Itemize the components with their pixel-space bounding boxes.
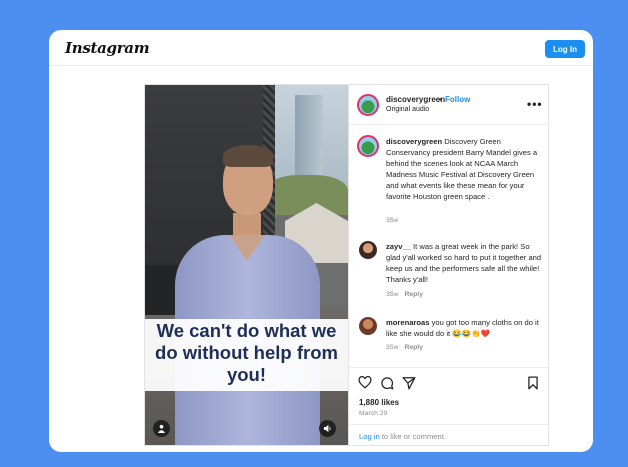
login-prompt: Log in to like or comment. bbox=[349, 424, 549, 446]
comment-item: morenaroas you got too many cloths on do… bbox=[386, 317, 546, 339]
post-header: discoverygreen • Follow Original audio •… bbox=[349, 85, 549, 125]
sound-icon[interactable] bbox=[319, 420, 336, 437]
commenter-avatar[interactable] bbox=[359, 241, 377, 259]
comment-icon[interactable] bbox=[380, 376, 394, 393]
commenter-avatar[interactable] bbox=[359, 317, 377, 335]
post-container: We can't do what we do without help from… bbox=[144, 84, 549, 446]
audio-label[interactable]: Original audio bbox=[386, 106, 429, 113]
follow-button[interactable]: Follow bbox=[445, 95, 470, 104]
comment-username[interactable]: zayv__ bbox=[386, 242, 411, 251]
caption-timestamp: 35w bbox=[386, 217, 399, 224]
post-caption: discoverygreen Discovery Green Conservan… bbox=[386, 136, 542, 202]
bookmark-icon[interactable] bbox=[527, 376, 539, 393]
video-caption-text: We can't do what we do without help from… bbox=[155, 320, 338, 385]
instagram-logo[interactable]: Instagram bbox=[65, 39, 150, 57]
author-avatar[interactable] bbox=[357, 94, 379, 116]
post-video[interactable]: We can't do what we do without help from… bbox=[145, 85, 348, 445]
separator-dot: • bbox=[439, 95, 442, 104]
reply-button[interactable]: Reply bbox=[404, 291, 423, 298]
caption-text: Discovery Green Conservancy president Ba… bbox=[386, 137, 538, 201]
user-tag-icon[interactable] bbox=[153, 420, 170, 437]
post-actions: 1,880 likes March 29 Log in to like or c… bbox=[349, 367, 549, 445]
share-icon[interactable] bbox=[402, 376, 416, 393]
instagram-embed-card: Instagram Log In We can't do what we do … bbox=[49, 30, 593, 452]
comment-meta: 35w Reply bbox=[386, 344, 423, 351]
comment-timestamp: 35w bbox=[386, 344, 399, 351]
comment-username[interactable]: morenaroas bbox=[386, 318, 429, 327]
login-prompt-text: to like or comment. bbox=[379, 432, 446, 441]
author-username[interactable]: discoverygreen bbox=[386, 95, 445, 104]
speaker-hair bbox=[223, 145, 273, 167]
heart-icon[interactable] bbox=[358, 375, 372, 392]
caption-username[interactable]: discoverygreen bbox=[386, 137, 442, 146]
login-button[interactable]: Log In bbox=[545, 40, 585, 58]
reply-button[interactable]: Reply bbox=[404, 344, 423, 351]
post-date: March 29 bbox=[359, 410, 388, 417]
comment-timestamp: 35w bbox=[386, 291, 399, 298]
caption-author-avatar[interactable] bbox=[357, 135, 379, 157]
post-details-panel: discoverygreen • Follow Original audio •… bbox=[348, 85, 549, 445]
likes-count[interactable]: 1,880 likes bbox=[359, 398, 399, 407]
more-options-icon[interactable]: ••• bbox=[527, 97, 543, 111]
login-link[interactable]: Log in bbox=[359, 432, 380, 441]
comment-meta: 35w Reply bbox=[386, 291, 423, 298]
comment-item: zayv__ It was a great week in the park! … bbox=[386, 241, 544, 285]
top-bar: Instagram Log In bbox=[49, 30, 593, 66]
